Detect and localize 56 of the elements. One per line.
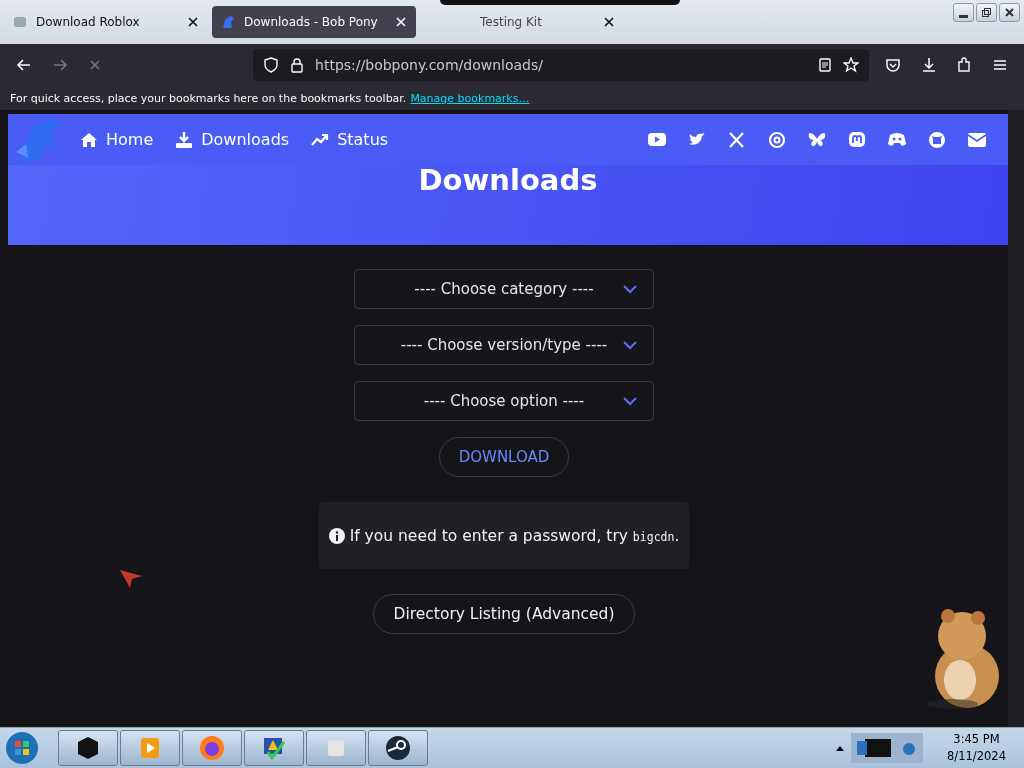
close-icon[interactable] (186, 15, 200, 29)
scrollbar[interactable] (1008, 110, 1024, 727)
tray-up-arrow-icon[interactable] (835, 744, 846, 752)
steam-icon (384, 734, 412, 762)
restore-button[interactable] (976, 3, 997, 22)
forward-icon (51, 57, 68, 73)
notice-text: If you need to enter a password, try bigcdn. (349, 526, 680, 545)
browser-tab[interactable]: Downloads - Bob Pony (212, 6, 416, 38)
reader-icon[interactable] (817, 57, 834, 73)
nav-link[interactable]: Downloads (175, 130, 290, 149)
browser-tab[interactable]: Testing Kit (420, 6, 624, 38)
video-play-icon[interactable] (648, 130, 666, 149)
star-icon[interactable] (843, 57, 860, 73)
menu-icon (992, 57, 1009, 73)
back-icon (15, 57, 32, 73)
download-icon (920, 57, 937, 73)
close-icon[interactable] (394, 15, 408, 29)
dropdown[interactable]: ---- Choose option ---- (354, 381, 654, 421)
clock[interactable]: 3:45 PM 8/11/2024 (929, 731, 1024, 765)
home-icon (80, 130, 98, 149)
puzzle-icon (956, 57, 973, 73)
nav-link[interactable]: Home (80, 130, 154, 149)
x-logo-icon[interactable] (728, 130, 746, 149)
mastodon-icon[interactable] (848, 130, 866, 149)
minimize-button[interactable] (953, 3, 974, 22)
close-icon (1004, 7, 1015, 18)
fox-browser-icon (198, 734, 226, 762)
pony-icon (220, 14, 236, 30)
tray-device-icon[interactable] (851, 733, 924, 763)
lock-icon (289, 57, 306, 73)
address-bar[interactable]: https://bobpony.com/downloads/ (253, 49, 870, 81)
restore-icon (981, 7, 992, 18)
page-heading: Downloads (417, 163, 599, 197)
pocket-icon (885, 57, 902, 73)
page-icon (12, 14, 28, 30)
nav-link[interactable]: Status (311, 130, 389, 149)
shield-icon (263, 57, 280, 73)
close-button[interactable] (999, 3, 1020, 22)
windows-orb-icon (5, 731, 39, 765)
mail-icon[interactable] (968, 130, 986, 149)
chevron-down-icon (623, 340, 637, 350)
browser-tab[interactable]: Download Roblox (4, 6, 208, 38)
manage-bookmarks-link[interactable]: Manage bookmarks… (410, 91, 530, 105)
bookmarks-message: For quick access, place your bookmarks here on the bookmarks toolbar. (10, 91, 407, 105)
game-controller-icon[interactable] (888, 130, 906, 149)
taskbar-app[interactable] (368, 730, 428, 766)
info-icon (328, 527, 345, 544)
dropdown[interactable]: ---- Choose version/type ---- (354, 325, 654, 365)
minimize-icon (959, 15, 968, 18)
download-icon (175, 130, 194, 149)
taskbar-app[interactable] (58, 730, 118, 766)
dropdown[interactable]: ---- Choose category ---- (354, 269, 654, 309)
close-icon[interactable] (602, 15, 616, 29)
butterfly-icon[interactable] (808, 130, 826, 149)
chevron-down-icon (623, 284, 637, 294)
chevron-down-icon (623, 396, 637, 406)
